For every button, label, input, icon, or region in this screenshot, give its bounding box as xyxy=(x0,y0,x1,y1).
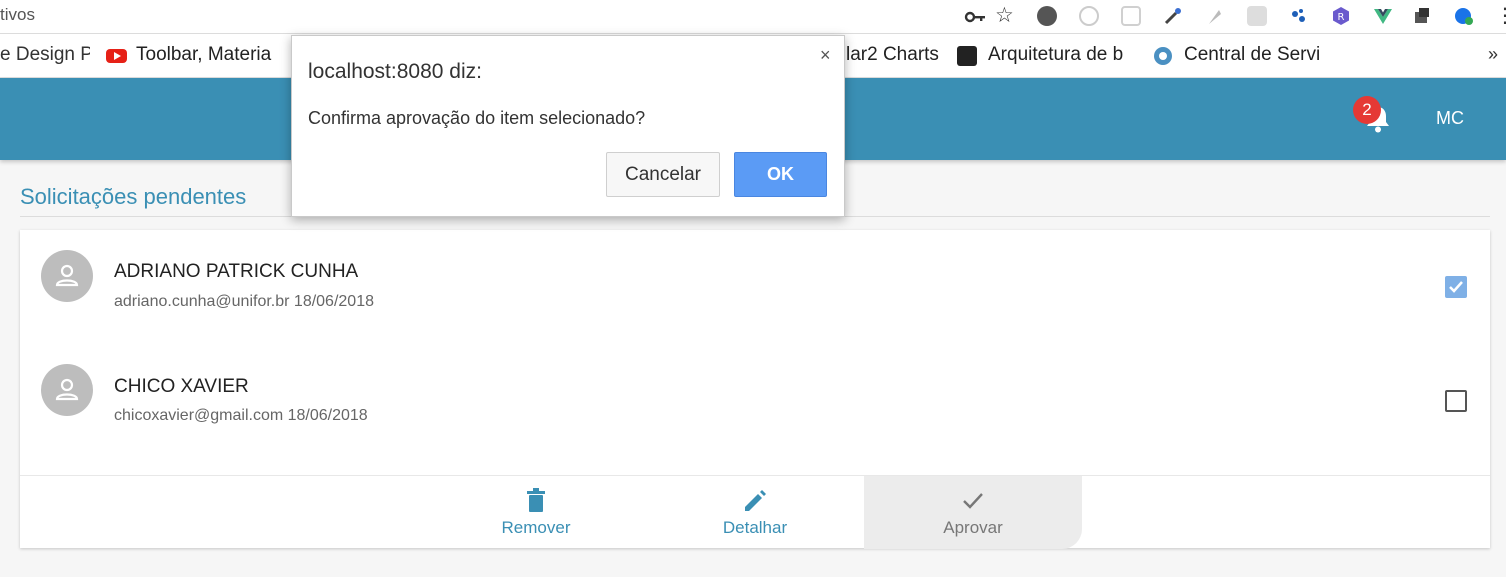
extension-dots-icon[interactable] xyxy=(1289,6,1309,26)
requests-card: ADRIANO PATRICK CUNHA adriano.cunha@unif… xyxy=(20,230,1490,549)
trash-icon xyxy=(527,488,545,512)
extension-feather-icon[interactable] xyxy=(1205,6,1225,26)
list-item[interactable]: ADRIANO PATRICK CUNHA adriano.cunha@unif… xyxy=(20,230,1490,344)
page-title: Solicitações pendentes xyxy=(20,184,247,209)
extension-r-icon[interactable]: R xyxy=(1331,6,1351,26)
bookmark-toolbar[interactable]: Toolbar, Materia xyxy=(136,44,286,66)
remove-label: Remover xyxy=(501,518,571,537)
item-checkbox-unchecked[interactable] xyxy=(1445,390,1467,412)
item-name: CHICO XAVIER xyxy=(114,376,249,397)
extension-target-icon[interactable] xyxy=(1079,6,1099,26)
person-icon xyxy=(55,378,79,401)
bookmark-charts[interactable]: lar2 Charts xyxy=(846,44,942,66)
bookmarks-more-icon[interactable]: » xyxy=(1488,44,1498,65)
arquitetura-icon xyxy=(957,46,977,66)
detail-button[interactable]: Detalhar xyxy=(646,476,864,549)
item-meta: adriano.cunha@unifor.br 18/06/2018 xyxy=(114,293,374,310)
extension-film-icon[interactable] xyxy=(1037,6,1057,26)
item-checkbox-checked[interactable] xyxy=(1445,276,1467,298)
dialog-title: localhost:8080 diz: xyxy=(308,60,482,83)
svg-text:R: R xyxy=(1338,12,1345,23)
cancel-button[interactable]: Cancelar xyxy=(606,152,720,197)
confirm-dialog: × localhost:8080 diz: Confirma aprovação… xyxy=(291,35,845,217)
key-icon[interactable] xyxy=(964,6,986,28)
ok-button[interactable]: OK xyxy=(734,152,827,197)
extension-check-icon[interactable] xyxy=(1454,6,1474,26)
close-icon[interactable]: × xyxy=(820,45,831,66)
extension-cube-icon[interactable] xyxy=(1412,6,1432,26)
extension-react-icon[interactable] xyxy=(1121,6,1141,26)
item-name: ADRIANO PATRICK CUNHA xyxy=(114,261,359,282)
user-initials[interactable]: MC xyxy=(1436,108,1464,129)
bottom-actions: Remover Detalhar Aprovar xyxy=(20,475,1490,549)
bookmark-design[interactable]: e Design P xyxy=(0,44,90,66)
central-icon xyxy=(1153,46,1173,66)
extension-vue-icon[interactable] xyxy=(1373,6,1393,26)
bookmark-star-icon[interactable]: ☆ xyxy=(995,3,1014,28)
dialog-message: Confirma aprovação do item selecionado? xyxy=(308,108,646,128)
bookmark-arquitetura[interactable]: Arquitetura de b xyxy=(988,44,1138,66)
approve-label: Aprovar xyxy=(943,518,1003,537)
address-bar[interactable]: tivos ☆ R ⋮ xyxy=(0,0,1506,34)
person-icon xyxy=(55,264,79,287)
extension-eyedropper-icon[interactable] xyxy=(1163,6,1183,26)
url-text[interactable]: tivos xyxy=(0,5,35,25)
pencil-icon xyxy=(745,490,766,511)
detail-label: Detalhar xyxy=(722,518,788,537)
list-item[interactable]: CHICO XAVIER chicoxavier@gmail.com 18/06… xyxy=(20,344,1490,458)
check-icon xyxy=(1449,281,1463,293)
remove-button[interactable]: Remover xyxy=(427,476,645,549)
notification-badge: 2 xyxy=(1353,96,1381,124)
youtube-icon xyxy=(106,46,127,66)
bookmark-central[interactable]: Central de Servi xyxy=(1184,44,1334,66)
approve-button[interactable]: Aprovar xyxy=(864,476,1082,549)
avatar xyxy=(41,250,93,302)
browser-menu-icon[interactable]: ⋮ xyxy=(1495,3,1506,28)
extension-gray-icon[interactable] xyxy=(1247,6,1267,26)
item-meta: chicoxavier@gmail.com 18/06/2018 xyxy=(114,407,368,424)
checkmark-icon xyxy=(963,493,983,509)
avatar xyxy=(41,364,93,416)
